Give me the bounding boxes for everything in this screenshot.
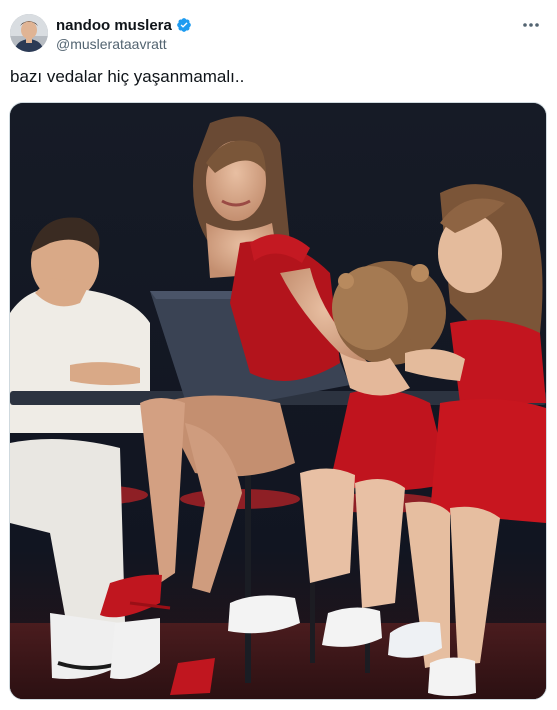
more-horizontal-icon bbox=[523, 23, 539, 27]
avatar-photo-icon bbox=[10, 14, 48, 52]
photo-image bbox=[10, 103, 546, 699]
author-handle[interactable]: @muslerataavratt bbox=[56, 36, 192, 52]
verified-badge-icon bbox=[176, 17, 192, 33]
author-display-name[interactable]: nandoo muslera bbox=[56, 17, 172, 34]
author-avatar[interactable] bbox=[10, 14, 48, 52]
more-options-button[interactable] bbox=[519, 16, 543, 34]
tweet-header: nandoo muslera @muslerataavratt bbox=[10, 14, 547, 54]
author-identity: nandoo muslera @muslerataavratt bbox=[56, 15, 192, 52]
tweet-text: bazı vedalar hiç yaşanmamalı.. bbox=[10, 67, 245, 86]
tweet-media-photo[interactable] bbox=[9, 102, 547, 700]
author-name-row: nandoo muslera bbox=[56, 15, 192, 35]
tweet-card: nandoo muslera @muslerataavratt bazı ved… bbox=[0, 0, 557, 710]
